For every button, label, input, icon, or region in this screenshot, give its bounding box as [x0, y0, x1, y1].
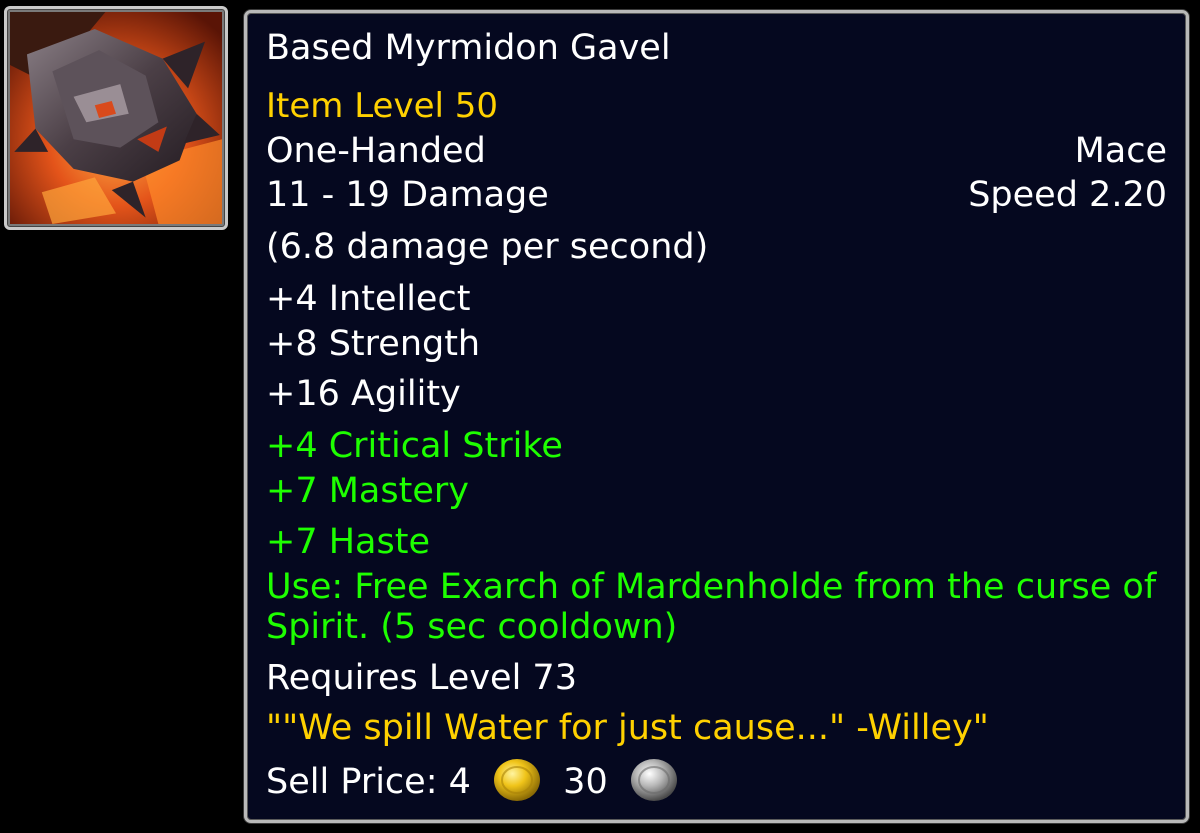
hand-type: One-Handed	[266, 131, 486, 171]
item-level: Item Level 50	[266, 86, 499, 126]
mace-icon	[10, 12, 222, 224]
item-icon-frame[interactable]	[4, 6, 228, 230]
weapon-speed: Speed 2.20	[968, 175, 1167, 215]
slot-row: One-Handed Mace	[266, 134, 1167, 169]
secondary-stat-line: +7 Mastery	[266, 471, 469, 511]
stat-line: +4 Intellect	[266, 279, 471, 319]
required-level: Requires Level 73	[266, 658, 577, 698]
weapon-type: Mace	[1074, 131, 1167, 171]
silver-amount: 30	[563, 762, 608, 802]
use-effect: Use: Free Exarch of Mardenholde from the…	[266, 567, 1157, 647]
gold-coin-icon	[494, 759, 541, 801]
item-tooltip: Based Myrmidon Gavel Item Level 50 One-H…	[244, 10, 1189, 823]
dps-text: (6.8 damage per second)	[266, 227, 709, 267]
item-name: Based Myrmidon Gavel	[266, 28, 671, 68]
secondary-stat-line: +7 Haste	[266, 522, 430, 562]
secondary-stat-line: +4 Critical Strike	[266, 426, 563, 466]
stat-line: +16 Agility	[266, 374, 461, 414]
flavor-text: ""We spill Water for just cause..." -Wil…	[266, 708, 989, 748]
damage-range: 11 - 19 Damage	[266, 175, 549, 215]
silver-coin-icon	[630, 759, 677, 801]
sell-price: Sell Price: 4 30	[266, 759, 1167, 804]
sell-price-label: Sell Price: 4	[266, 762, 471, 802]
damage-row: 11 - 19 Damage Speed 2.20	[266, 178, 1167, 213]
stat-line: +8 Strength	[266, 324, 481, 364]
